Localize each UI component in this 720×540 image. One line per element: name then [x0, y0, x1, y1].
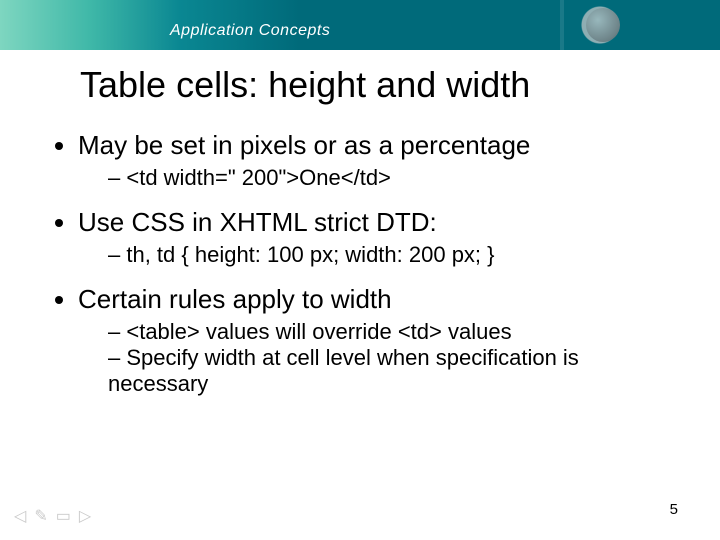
bullet-2-sublist: th, td { height: 100 px; width: 200 px; …: [78, 242, 676, 268]
nav-prev-icon[interactable]: ◁: [14, 506, 26, 526]
nav-next-icon[interactable]: ▷: [79, 506, 91, 526]
bullet-3-sublist: <table> values will override <td> values…: [78, 319, 676, 397]
banner-brand-text: Application Concepts: [170, 22, 330, 40]
bullet-2-sub-1: th, td { height: 100 px; width: 200 px; …: [108, 242, 676, 268]
bullet-1: May be set in pixels or as a percentage …: [78, 130, 676, 191]
bullet-3-text: Certain rules apply to width: [78, 284, 392, 314]
bullet-1-text: May be set in pixels or as a percentage: [78, 130, 530, 160]
banner-art-icon: [480, 0, 680, 50]
nav-screen-icon[interactable]: ▭: [56, 506, 71, 526]
bullet-3-sub-1: <table> values will override <td> values: [108, 319, 676, 345]
slide-banner: Application Concepts: [0, 0, 720, 50]
nav-edit-icon[interactable]: ✎: [34, 506, 47, 526]
bullet-1-sublist: <td width=" 200">One</td>: [78, 165, 676, 191]
bullet-list: May be set in pixels or as a percentage …: [44, 130, 676, 397]
slide-nav-controls: ◁ ✎ ▭ ▷: [14, 506, 91, 526]
slide-title: Table cells: height and width: [80, 64, 676, 106]
bullet-1-sub-1: <td width=" 200">One</td>: [108, 165, 676, 191]
page-number: 5: [670, 501, 678, 518]
bullet-3: Certain rules apply to width <table> val…: [78, 284, 676, 397]
bullet-2-text: Use CSS in XHTML strict DTD:: [78, 207, 437, 237]
bullet-3-sub-2: Specify width at cell level when specifi…: [108, 345, 676, 397]
bullet-2: Use CSS in XHTML strict DTD: th, td { he…: [78, 207, 676, 268]
slide-body: Table cells: height and width May be set…: [0, 50, 720, 540]
